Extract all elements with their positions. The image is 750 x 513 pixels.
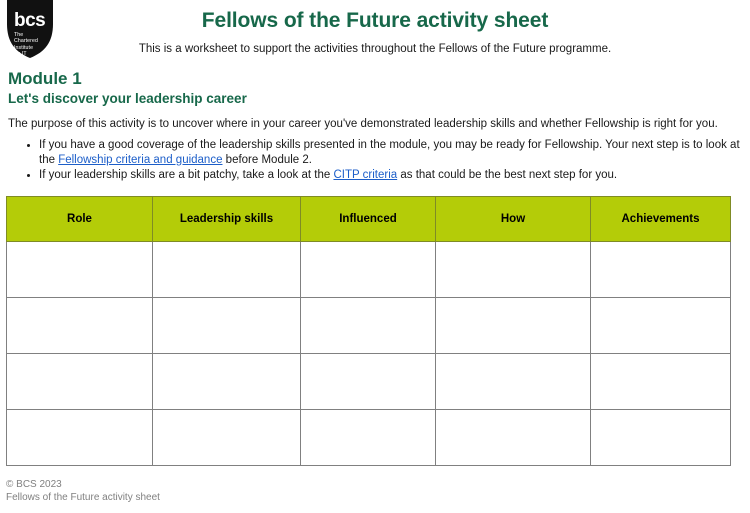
activity-table: Role Leadership skills Influenced How Ac…	[6, 195, 731, 466]
table-header-how: How	[435, 195, 591, 242]
page-title: Fellows of the Future activity sheet	[201, 9, 549, 32]
title-block: Fellows of the Future activity sheet Thi…	[0, 0, 750, 56]
table-cell-influenced[interactable]	[300, 408, 436, 466]
table-header-role: Role	[6, 195, 153, 242]
table-header-row: Role Leadership skills Influenced How Ac…	[6, 195, 731, 242]
module-section: Module 1 Let's discover your leadership …	[0, 62, 750, 184]
table-cell-influenced[interactable]	[300, 240, 436, 298]
bullet-text-after: before Module 2.	[222, 153, 312, 166]
table-cell-how[interactable]	[435, 240, 591, 298]
table-cell-role[interactable]	[6, 240, 153, 298]
table-cell-influenced[interactable]	[300, 296, 436, 354]
table-cell-influenced[interactable]	[300, 352, 436, 410]
activity-purpose-text: The purpose of this activity is to uncov…	[8, 118, 718, 130]
table-row	[6, 408, 731, 466]
table-row	[6, 352, 731, 410]
next-steps-list: If you have a good coverage of the leade…	[8, 131, 742, 184]
footer-copyright: © BCS 2023	[6, 479, 62, 490]
table-cell-role[interactable]	[6, 408, 153, 466]
list-item: If you have a good coverage of the leade…	[39, 138, 742, 168]
citp-criteria-link[interactable]: CITP criteria	[333, 169, 397, 181]
table-cell-role[interactable]	[6, 296, 153, 354]
table-header-leadership-skills: Leadership skills	[152, 195, 301, 242]
bullet-text-before: If your leadership skills are a bit patc…	[39, 169, 334, 181]
table-cell-achievements[interactable]	[590, 296, 731, 354]
table-cell-how[interactable]	[435, 352, 591, 410]
table-row	[6, 240, 731, 298]
footer-document-name: Fellows of the Future activity sheet	[6, 492, 160, 503]
table-cell-how[interactable]	[435, 408, 591, 466]
table-cell-leadership-skills[interactable]	[152, 352, 301, 410]
table-cell-leadership-skills[interactable]	[152, 296, 301, 354]
page-subtitle: This is a worksheet to support the activ…	[138, 43, 612, 55]
table-header-achievements: Achievements	[590, 195, 731, 242]
page-footer: © BCS 2023 Fellows of the Future activit…	[6, 478, 160, 504]
bullet-text-after: as that could be the best next step for …	[397, 169, 618, 181]
table-row	[6, 296, 731, 354]
table-cell-leadership-skills[interactable]	[152, 408, 301, 466]
table-header-influenced: Influenced	[300, 195, 436, 242]
table-cell-how[interactable]	[435, 296, 591, 354]
table-cell-achievements[interactable]	[590, 352, 731, 410]
list-item: If your leadership skills are a bit patc…	[39, 168, 742, 184]
fellowship-criteria-link[interactable]: Fellowship criteria and guidance	[58, 154, 222, 166]
page-header: bcs The Chartered Institute for IT Fello…	[0, 0, 750, 62]
module-title: Module 1	[8, 69, 82, 88]
activity-table-wrapper: Role Leadership skills Influenced How Ac…	[0, 184, 750, 466]
table-cell-role[interactable]	[6, 352, 153, 410]
table-cell-leadership-skills[interactable]	[152, 240, 301, 298]
table-cell-achievements[interactable]	[590, 240, 731, 298]
table-cell-achievements[interactable]	[590, 408, 731, 466]
module-subtitle: Let's discover your leadership career	[8, 91, 247, 106]
